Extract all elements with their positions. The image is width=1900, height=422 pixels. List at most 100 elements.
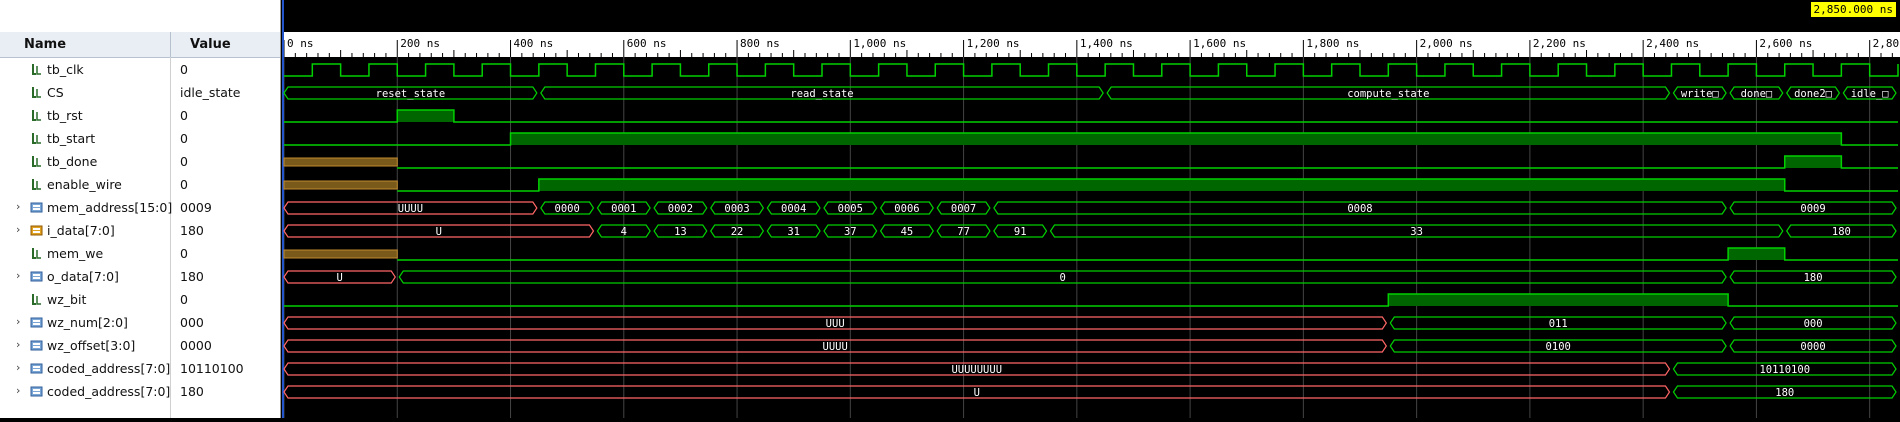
bus-icon bbox=[30, 362, 43, 375]
bus-segment-label: 0 bbox=[1060, 272, 1066, 284]
bit-icon bbox=[30, 178, 43, 191]
bus-segment-label: 0002 bbox=[668, 203, 693, 215]
ruler-tick-label: 2,600 ns bbox=[1759, 37, 1812, 50]
signal-name: i_data[7:0] bbox=[47, 223, 115, 238]
expand-chevron-icon[interactable]: › bbox=[16, 269, 26, 282]
bus-segment-label: 000 bbox=[1804, 318, 1823, 330]
bus-segment-label: 180 bbox=[1804, 272, 1823, 284]
ruler-tick-label: 1,600 ns bbox=[1193, 37, 1246, 50]
high-fill bbox=[397, 110, 454, 122]
signal-row[interactable]: › coded_address[7:0] 10110100 bbox=[0, 357, 280, 380]
waveform-CS: reset_state read_state compute_state write□… bbox=[283, 86, 1897, 100]
bus-segment-label: U bbox=[436, 226, 442, 238]
signal-row[interactable]: wz_bit 0 bbox=[0, 288, 280, 311]
signal-row[interactable]: › wz_offset[3:0] 0000 bbox=[0, 334, 280, 357]
bus-segment-label: 0009 bbox=[1800, 203, 1825, 215]
waveform-tb-rst bbox=[284, 109, 1898, 123]
bit-icon bbox=[30, 132, 43, 145]
unknown-span bbox=[283, 180, 398, 190]
cursor-time-label: 2,850.000 ns bbox=[1810, 2, 1896, 17]
bus-icon bbox=[30, 316, 43, 329]
bus-segment-label: UUUU bbox=[823, 341, 848, 353]
expand-chevron-icon[interactable]: › bbox=[16, 384, 26, 397]
bus-segment-label: 0008 bbox=[1347, 203, 1372, 215]
bus-icon bbox=[30, 339, 43, 352]
expand-chevron-icon[interactable]: › bbox=[16, 200, 26, 213]
signal-name: tb_start bbox=[47, 131, 96, 146]
expand-chevron-icon[interactable]: › bbox=[16, 361, 26, 374]
signal-row[interactable]: tb_start 0 bbox=[0, 127, 280, 150]
waveform-panel[interactable]: 0 ns 200 ns 400 ns 600 ns 800 ns 1,000 ns 1,20… bbox=[282, 0, 1900, 418]
bit-trace bbox=[397, 247, 1898, 261]
signal-value: 0 bbox=[180, 246, 188, 261]
bus-segment-label: 33 bbox=[1410, 226, 1423, 238]
bus-segment-label: 0006 bbox=[894, 203, 919, 215]
bit-icon bbox=[30, 293, 43, 306]
bus-segment-label: 0100 bbox=[1546, 341, 1571, 353]
signal-name: wz_offset[3:0] bbox=[47, 338, 136, 353]
waveform-viewer: Name Value tb_clk 0 CS idle_state tb_rst 0 tb_… bbox=[0, 0, 1900, 418]
waveform-wz-bit bbox=[284, 293, 1898, 307]
signal-row[interactable]: enable_wire 0 bbox=[0, 173, 280, 196]
signal-name: coded_address[7:0] bbox=[47, 361, 171, 376]
value-column-header[interactable]: Value bbox=[190, 37, 231, 52]
waveform-mem-we bbox=[283, 247, 1898, 261]
waveform-i-data-7-0: U 4 13 22 31 37 45 77 91 33 180 bbox=[283, 224, 1897, 238]
unknown-span bbox=[283, 157, 398, 167]
signal-row[interactable]: › coded_address[7:0] 180 bbox=[0, 380, 280, 403]
signal-row[interactable]: tb_rst 0 bbox=[0, 104, 280, 127]
ruler-tick-label: 2,400 ns bbox=[1646, 37, 1699, 50]
column-divider[interactable] bbox=[170, 32, 171, 57]
bus-segment-label: 0007 bbox=[951, 203, 976, 215]
bus-segment-label: 0004 bbox=[781, 203, 806, 215]
signal-value: 0 bbox=[180, 108, 188, 123]
signal-name: enable_wire bbox=[47, 177, 122, 192]
bit-icon bbox=[30, 247, 43, 260]
waveform-tb-done bbox=[283, 155, 1898, 169]
expand-chevron-icon[interactable]: › bbox=[16, 315, 26, 328]
bus-segment-label: 10110100 bbox=[1759, 364, 1810, 376]
name-column-header[interactable]: Name bbox=[24, 37, 66, 52]
bus-segment-label: 77 bbox=[957, 226, 970, 238]
signal-row[interactable]: › i_data[7:0] 180 bbox=[0, 219, 280, 242]
ruler-top-strip bbox=[282, 0, 1900, 12]
bus-icon bbox=[30, 385, 43, 398]
high-fill bbox=[1388, 294, 1729, 306]
bus-segment-label: 0003 bbox=[724, 203, 749, 215]
waveform-coded-address-7-0: U 180 bbox=[283, 385, 1897, 399]
int-icon bbox=[30, 224, 43, 237]
bus-segment-label: done2□ bbox=[1794, 88, 1833, 100]
waveform-canvas[interactable]: 0 ns 200 ns 400 ns 600 ns 800 ns 1,000 ns 1,20… bbox=[282, 0, 1900, 418]
bit-trace bbox=[284, 109, 1898, 123]
bus-segment-label: 180 bbox=[1832, 226, 1851, 238]
bus-icon bbox=[30, 270, 43, 283]
signal-row[interactable]: mem_we 0 bbox=[0, 242, 280, 265]
ruler-tick-label: 200 ns bbox=[400, 37, 440, 50]
bit-icon bbox=[30, 109, 43, 122]
signal-value: 0000 bbox=[180, 338, 212, 353]
expand-chevron-icon[interactable]: › bbox=[16, 338, 26, 351]
signal-value: 0009 bbox=[180, 200, 212, 215]
bus-segment-label: 0000 bbox=[1800, 341, 1825, 353]
high-fill bbox=[510, 133, 1842, 145]
bus-segment-label: 0005 bbox=[838, 203, 863, 215]
bus-segment-label: UUUU bbox=[398, 203, 423, 215]
signal-row[interactable]: CS idle_state bbox=[0, 81, 280, 104]
waveform-tb-start bbox=[284, 132, 1898, 146]
signal-row[interactable]: › wz_num[2:0] 000 bbox=[0, 311, 280, 334]
expand-chevron-icon[interactable]: › bbox=[16, 223, 26, 236]
bus-segment-label: 31 bbox=[787, 226, 800, 238]
signal-row[interactable]: › mem_address[15:0] 0009 bbox=[0, 196, 280, 219]
clock-trace bbox=[284, 63, 1899, 77]
bus-segment-label: read_state bbox=[790, 88, 853, 100]
bus-segment-label: 37 bbox=[844, 226, 857, 238]
bus-segment-label: U bbox=[336, 272, 342, 284]
signal-list-header: Name Value bbox=[0, 32, 280, 58]
signal-row[interactable]: tb_done 0 bbox=[0, 150, 280, 173]
signal-row[interactable]: tb_clk 0 bbox=[0, 58, 280, 81]
signal-row[interactable]: › o_data[7:0] 180 bbox=[0, 265, 280, 288]
bit-icon bbox=[30, 86, 43, 99]
signal-value: idle_state bbox=[180, 85, 241, 100]
ruler-tick-label: 2,80 bbox=[1873, 37, 1900, 50]
bus-segment-label: 180 bbox=[1775, 387, 1794, 399]
